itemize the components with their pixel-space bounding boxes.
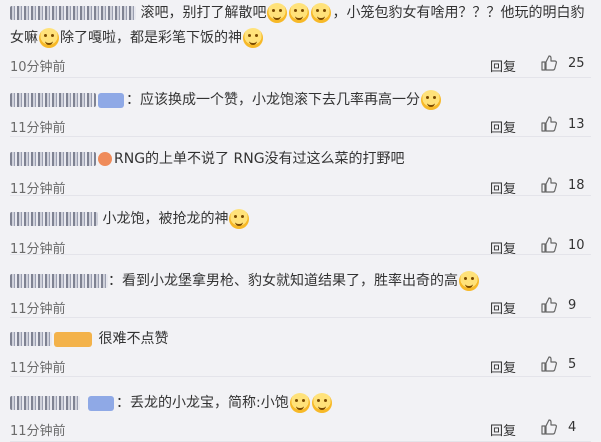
emoji-icon [311,3,332,23]
like-button[interactable] [541,55,557,71]
user-badge [54,331,92,347]
thumbs-up-icon [541,356,557,372]
reply-button[interactable]: 回复 [490,178,516,197]
like-count: 10 [568,238,585,253]
user-badge [98,92,124,108]
username-blurred[interactable] [10,6,136,20]
thumbs-up-icon [541,55,557,71]
comment-item: ：看到小龙堡拿男枪、豹女就知道结果了，胜率出奇的高 11分钟前 回复 9 [0,255,601,318]
thumbs-up-icon [541,419,557,435]
comment-item: ：丢龙的小龙宝，简称:小饱 11分钟前 回复 4 [0,377,601,442]
comment-text: ，小笼包豹女有啥用？？？他玩的明白豹 [332,5,585,21]
user-badge [88,395,114,411]
comment-item: 滚吧，别打了解散吧 ，小笼包豹女有啥用？？？他玩的明白豹 女嘛 除了嘎啦，都是彩笔下… [0,0,601,78]
thumbs-up-icon [541,297,557,313]
username-blurred[interactable] [10,93,96,107]
comment-body: 滚吧，别打了解散吧 ，小笼包豹女有啥用？？？他玩的明白豹 [10,2,587,24]
username-blurred[interactable] [10,152,96,166]
comment-text: 小龙饱，被抢龙的神 [102,211,229,227]
emoji-icon [267,3,288,23]
comment-item: 很难不点赞 11分钟前 回复 5 [0,318,601,377]
comment-time: 11分钟前 [10,424,66,439]
emoji-icon [459,271,479,291]
username-blurred[interactable] [10,396,80,410]
emoji-icon [421,90,441,110]
reply-button[interactable]: 回复 [490,56,516,75]
comment-text: ：看到小龙堡拿男枪、豹女就知道结果了，胜率出奇的高 [108,273,458,289]
reply-button[interactable]: 回复 [490,298,516,317]
comment-text: 除了嘎啦，都是彩笔下饭的神 [60,30,242,46]
like-count: 4 [568,420,577,435]
username-blurred[interactable] [10,274,108,288]
comment-text: RNG的上单不说了 RNG没有过这么菜的打野吧 [114,151,405,167]
emoji-icon [311,393,332,413]
comment-time: 11分钟前 [10,182,66,197]
reply-button[interactable]: 回复 [490,357,516,376]
comment-time: 11分钟前 [10,121,66,136]
emoji-icon [289,393,310,413]
emoji-icon [229,209,250,229]
comment-body-cont: 女嘛 除了嘎啦，都是彩笔下饭的神 [10,27,587,49]
thumbs-up-icon [541,237,557,253]
like-count: 25 [568,56,585,71]
comment-text: 很难不点赞 [98,331,169,347]
comment-text: 滚吧，别打了解散吧 [140,5,267,21]
comment-list: 滚吧，别打了解散吧 ，小笼包豹女有啥用？？？他玩的明白豹 女嘛 除了嘎啦，都是彩笔下… [0,0,601,442]
comment-time: 10分钟前 [10,60,66,75]
comment-time: 11分钟前 [10,361,66,376]
comment-body: ：看到小龙堡拿男枪、豹女就知道结果了，胜率出奇的高 [10,270,587,292]
thumbs-up-icon [541,177,557,193]
comment-body: ：应该换成一个赞，小龙饱滚下去几率再高一分 [10,89,587,111]
comment-item: 小龙饱，被抢龙的神 11分钟前 回复 10 [0,196,601,257]
comment-time: 11分钟前 [10,302,66,317]
like-button[interactable] [541,356,557,372]
emoji-icon [243,28,263,48]
reply-button[interactable]: 回复 [490,117,516,136]
comment-item: RNG的上单不说了 RNG没有过这么菜的打野吧 11分钟前 回复 18 [0,137,601,197]
emoji-icon [289,3,310,23]
comment-text: 女嘛 [10,30,38,46]
like-button[interactable] [541,419,557,435]
like-count: 5 [568,357,577,372]
comment-body: ：丢龙的小龙宝，简称:小饱 [10,392,587,414]
like-button[interactable] [541,116,557,132]
comment-body: 小龙饱，被抢龙的神 [10,208,587,230]
comment-item: ：应该换成一个赞，小龙饱滚下去几率再高一分 11分钟前 回复 13 [0,78,601,137]
like-button[interactable] [541,177,557,193]
like-count: 9 [568,298,577,313]
comment-body: 很难不点赞 [10,328,587,350]
username-blurred[interactable] [10,332,52,346]
like-count: 13 [568,117,585,132]
thumbs-up-icon [541,116,557,132]
comment-body: RNG的上单不说了 RNG没有过这么菜的打野吧 [10,148,587,170]
username-blurred[interactable] [10,212,98,226]
emoji-icon [39,28,59,48]
reply-button[interactable]: 回复 [490,420,516,439]
like-button[interactable] [541,297,557,313]
vip-badge [98,152,112,166]
comment-text: ：应该换成一个赞，小龙饱滚下去几率再高一分 [126,92,420,108]
comment-text: ：丢龙的小龙宝，简称:小饱 [116,395,289,411]
like-count: 18 [568,178,585,193]
like-button[interactable] [541,237,557,253]
